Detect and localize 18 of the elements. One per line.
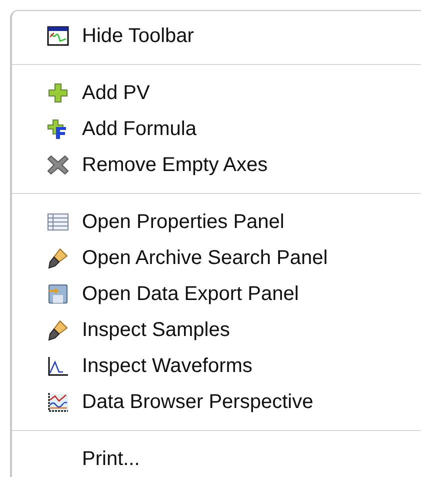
menu-item[interactable]: Hide Toolbar: [12, 18, 421, 54]
pen-icon: [46, 318, 70, 342]
line-chart-icon: [46, 390, 70, 414]
menu-item[interactable]: Add PV: [12, 75, 421, 111]
menu-item[interactable]: Inspect Waveforms: [12, 348, 421, 384]
menu-item[interactable]: Data Browser Perspective: [12, 384, 421, 420]
menu-item[interactable]: Print...: [12, 441, 421, 477]
waveform-icon: [46, 354, 70, 378]
menu-item[interactable]: Add Formula: [12, 111, 421, 147]
pen-icon: [46, 246, 70, 270]
menu-item[interactable]: Open Properties Panel: [12, 204, 421, 240]
menu-item[interactable]: Open Archive Search Panel: [12, 240, 421, 276]
chart-window-icon: [46, 24, 70, 48]
cross-icon: [46, 153, 70, 177]
plus-icon: [46, 81, 70, 105]
menu-item[interactable]: Remove Empty Axes: [12, 147, 421, 183]
menu-item[interactable]: Inspect Samples: [12, 312, 421, 348]
menu-item[interactable]: Open Data Export Panel: [12, 276, 421, 312]
